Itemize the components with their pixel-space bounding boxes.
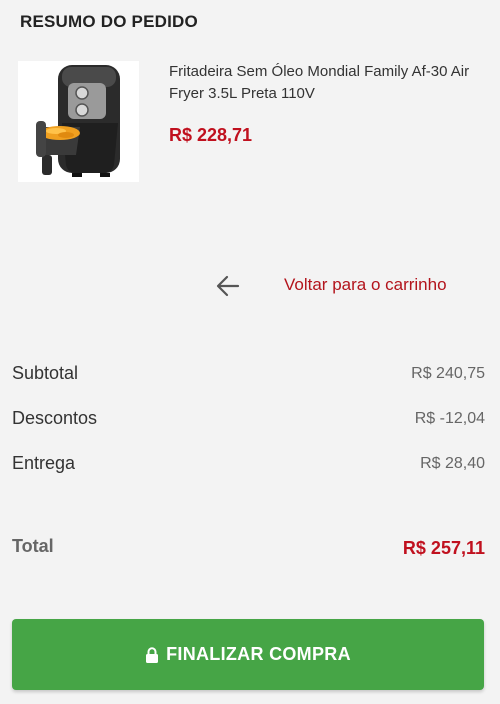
subtotal-label: Subtotal bbox=[12, 363, 79, 383]
shipping-value: R$ 28,40 bbox=[420, 455, 485, 472]
product-price: R$ 228,71 bbox=[169, 125, 253, 145]
discounts-value: R$ -12,04 bbox=[414, 410, 485, 427]
total-value: R$ 257,11 bbox=[402, 538, 485, 558]
lock-icon bbox=[146, 646, 159, 663]
arrow-left-icon[interactable] bbox=[214, 272, 242, 300]
order-summary-title: RESUMO DO PEDIDO bbox=[20, 12, 198, 31]
discounts-row: Descontos R$ -12,04 bbox=[12, 408, 485, 434]
total-label: Total bbox=[12, 536, 54, 556]
checkout-button[interactable]: FINALIZAR COMPRA bbox=[12, 619, 484, 690]
subtotal-row: Subtotal R$ 240,75 bbox=[12, 363, 485, 389]
subtotal-value: R$ 240,75 bbox=[411, 365, 485, 382]
shipping-label: Entrega bbox=[12, 453, 76, 473]
shipping-row: Entrega R$ 28,40 bbox=[12, 453, 485, 479]
back-to-cart-row: Voltar para o carrinho bbox=[0, 270, 500, 302]
total-row: Total R$ 257,11 bbox=[12, 536, 485, 562]
checkout-button-label: FINALIZAR COMPRA bbox=[166, 644, 351, 664]
air-fryer-icon bbox=[36, 65, 120, 177]
back-to-cart-link[interactable]: Voltar para o carrinho bbox=[284, 275, 447, 295]
discounts-label: Descontos bbox=[12, 408, 98, 428]
product-thumbnail[interactable] bbox=[18, 61, 139, 182]
product-name[interactable]: Fritadeira Sem Óleo Mondial Family Af-30… bbox=[169, 61, 489, 105]
